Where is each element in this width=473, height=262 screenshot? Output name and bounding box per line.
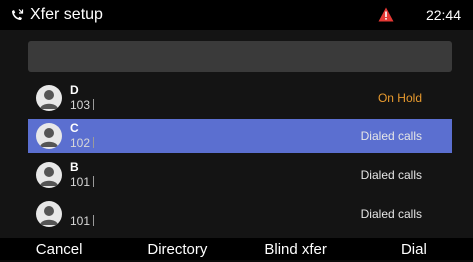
clock: 22:44: [425, 7, 461, 23]
call-row-2[interactable]: C 102 Dialed calls: [28, 119, 452, 153]
dial-button[interactable]: Dial: [355, 238, 473, 260]
title-wrap: Xfer setup: [10, 4, 103, 26]
contact-number: 101: [70, 175, 95, 189]
cancel-button[interactable]: Cancel: [0, 238, 118, 260]
call-row-4[interactable]: 101 Dialed calls: [28, 197, 452, 231]
screen-title: Xfer setup: [30, 6, 103, 23]
contact-name: C: [70, 121, 79, 135]
avatar-icon: [36, 162, 62, 188]
avatar-icon: [36, 85, 62, 111]
text-cursor: [93, 99, 95, 110]
contact-number: 101: [70, 214, 95, 228]
contact-name: D: [70, 83, 79, 97]
directory-button[interactable]: Directory: [118, 238, 236, 260]
status-bar: Xfer setup 22:44: [0, 0, 473, 30]
softkey-bar: Cancel Directory Blind xfer Dial: [0, 238, 473, 260]
contact-name: B: [70, 160, 79, 174]
call-status: Dialed calls: [360, 168, 422, 182]
text-cursor: [93, 176, 95, 187]
call-status: Dialed calls: [360, 129, 422, 143]
call-status: Dialed calls: [360, 207, 422, 221]
avatar-icon: [36, 201, 62, 227]
call-row-3[interactable]: B 101 Dialed calls: [28, 158, 452, 192]
text-cursor: [93, 215, 95, 226]
transfer-phone-icon: [10, 8, 24, 22]
text-cursor: [93, 137, 95, 148]
call-row-1[interactable]: D 103 On Hold: [28, 81, 452, 115]
avatar-icon: [36, 123, 62, 149]
call-status: On Hold: [377, 91, 422, 105]
number-input-field[interactable]: [28, 41, 452, 72]
warning-icon: [378, 7, 394, 22]
contact-number: 102: [70, 136, 95, 150]
blind-xfer-button[interactable]: Blind xfer: [237, 238, 355, 260]
contact-number: 103: [70, 98, 95, 112]
